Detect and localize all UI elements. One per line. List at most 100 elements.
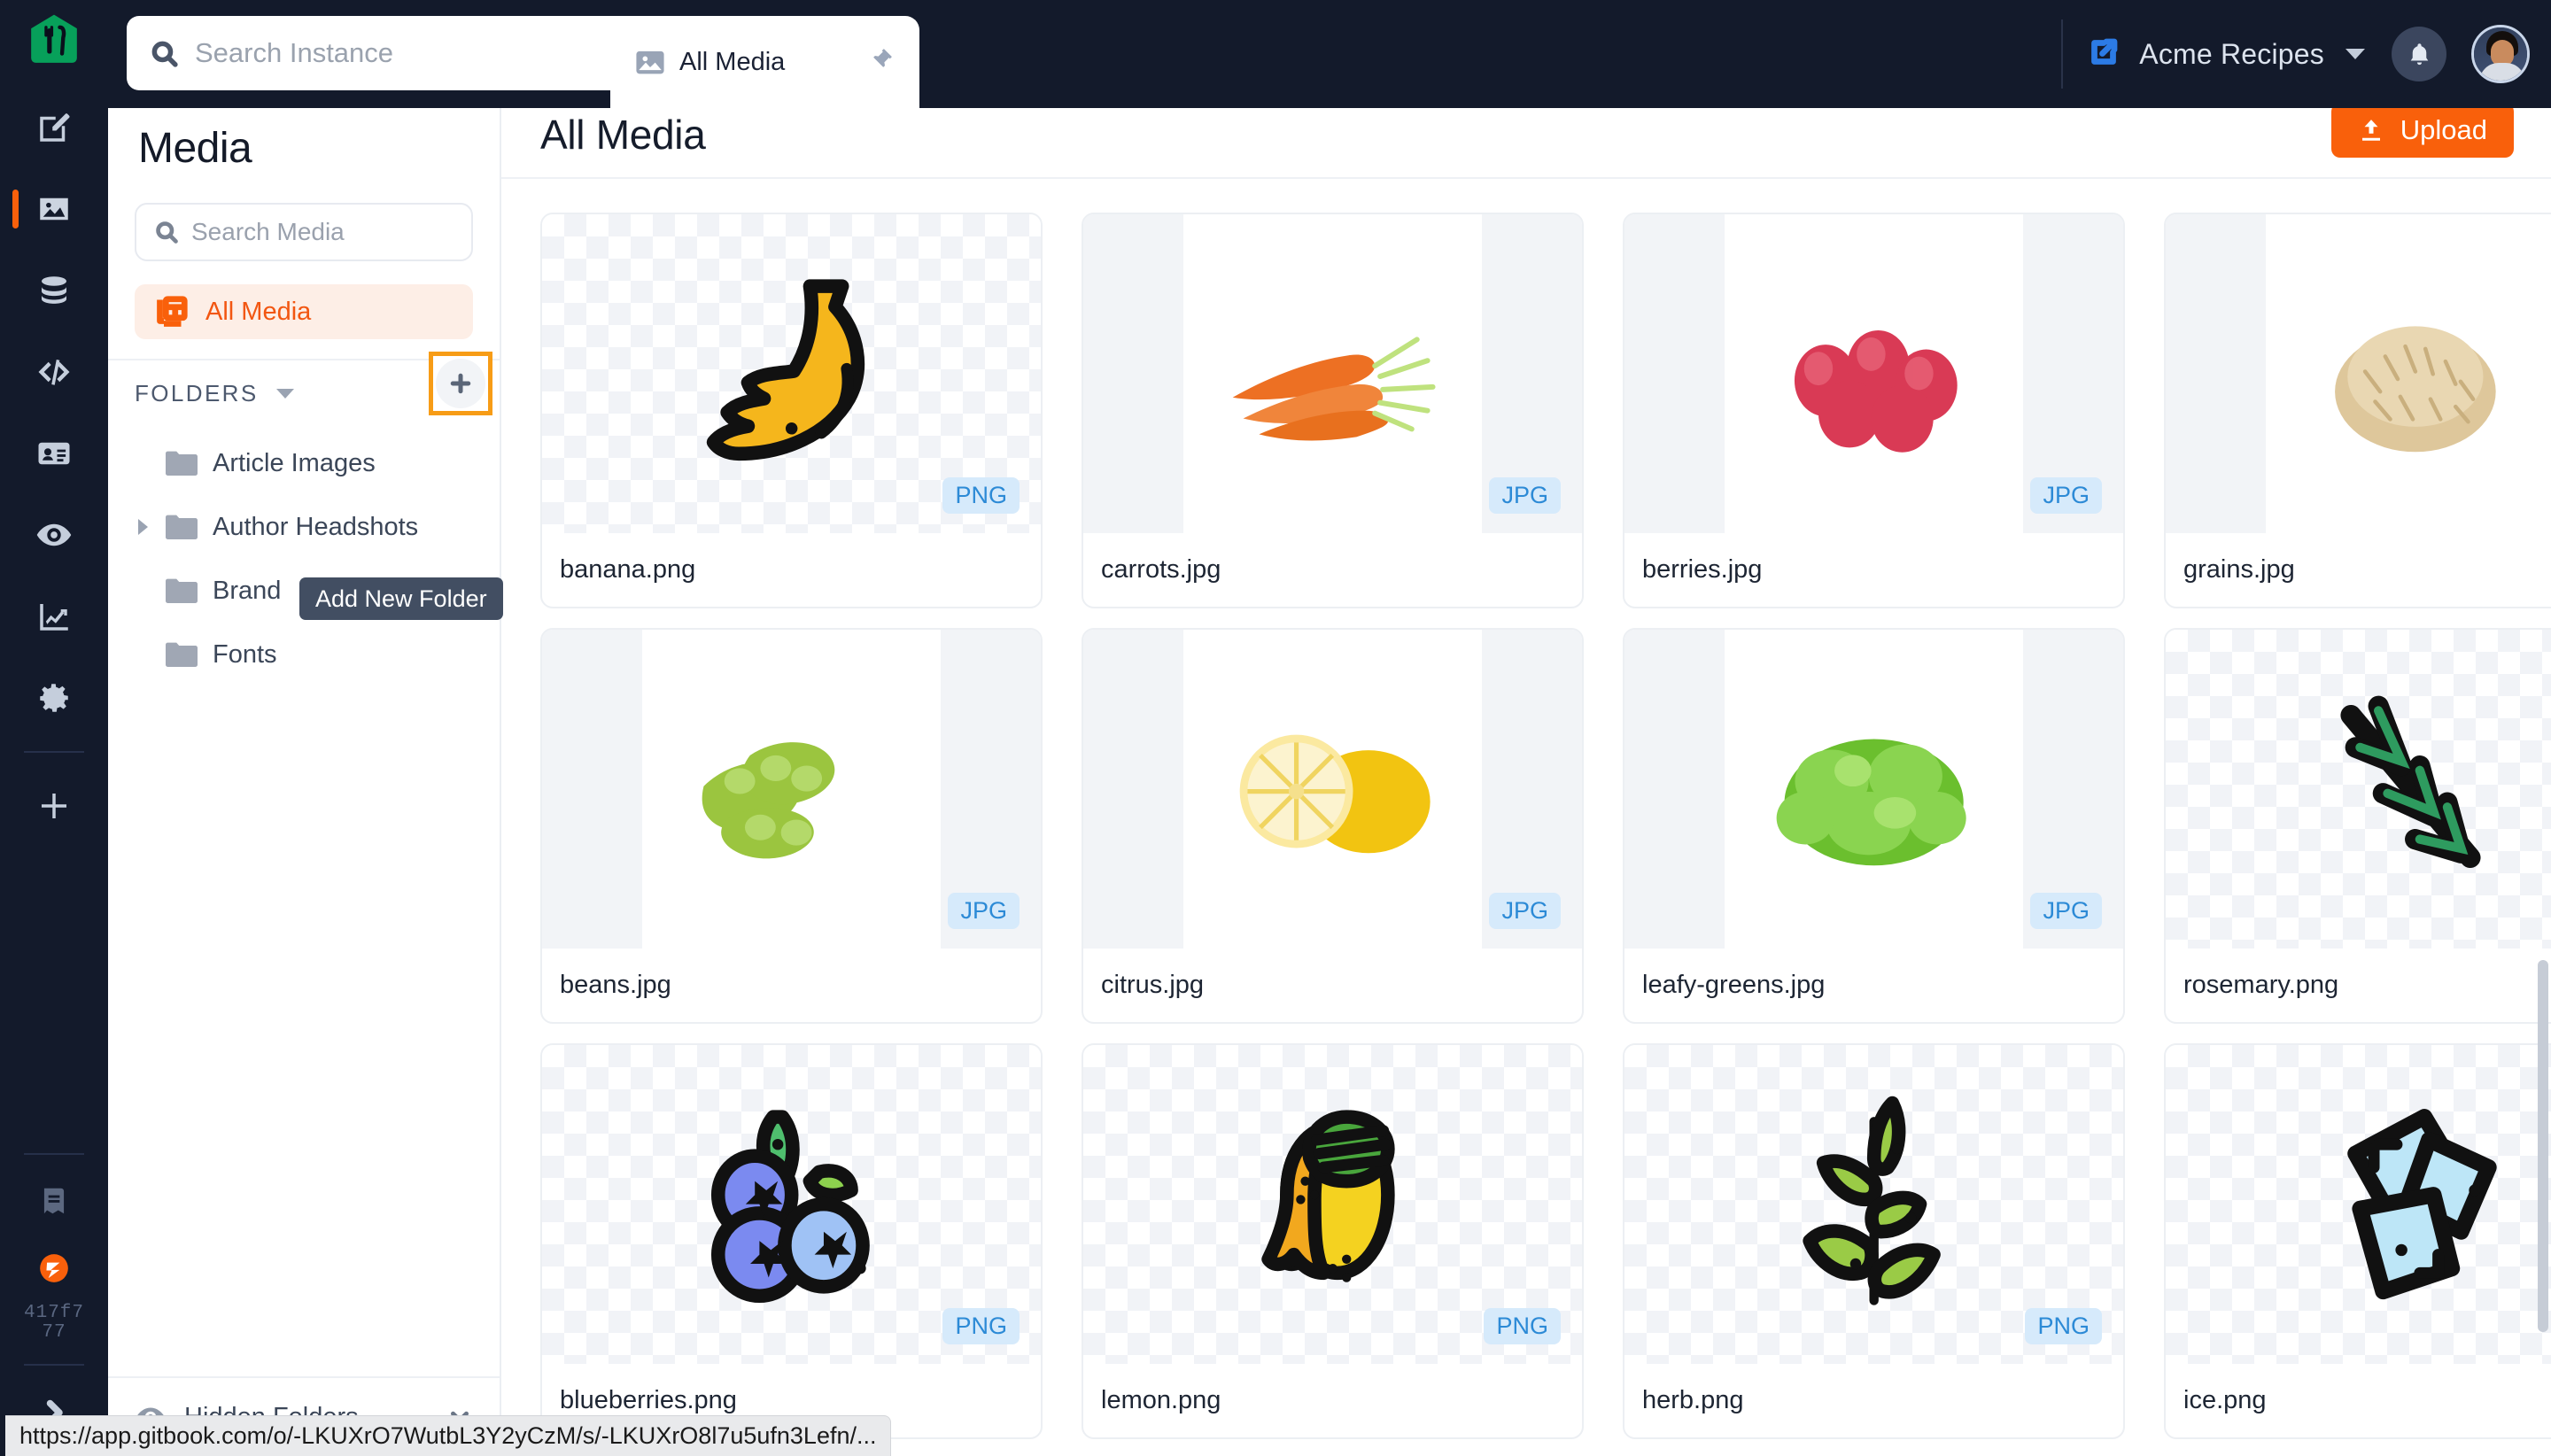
file-type-badge: JPG — [948, 893, 1020, 929]
media-thumbnail: JPG — [1083, 214, 1582, 533]
rail-item-data-models[interactable] — [0, 250, 108, 331]
folder-row[interactable]: Article Images — [108, 431, 500, 495]
media-filename-row: carrots.jpg — [1083, 533, 1582, 607]
media-artwork-beans — [641, 630, 942, 949]
instance-search-input[interactable]: Search Instance — [127, 16, 643, 90]
media-filename: carrots.jpg — [1101, 555, 1221, 584]
folder-icon — [165, 450, 198, 476]
file-type-badge: JPG — [2030, 477, 2102, 514]
add-new-folder-button[interactable] — [436, 359, 485, 408]
rail-version-label: 417f777 — [23, 1303, 84, 1343]
upload-label: Upload — [2400, 114, 2487, 145]
rail-item-media[interactable] — [0, 168, 108, 250]
media-thumbnail: JPG — [2166, 214, 2551, 533]
org-switcher-label[interactable]: Acme Recipes — [2139, 38, 2324, 71]
media-card[interactable]: JPG citrus.jpg — [1082, 628, 1584, 1024]
tab-label: All Media — [679, 47, 786, 76]
file-type-badge: PNG — [1484, 1308, 1561, 1344]
folder-row[interactable]: Fonts — [108, 623, 500, 686]
file-type-badge: JPG — [1489, 893, 1561, 929]
folder-icon — [165, 641, 198, 668]
media-filename-row: lemon.png — [1083, 1364, 1582, 1437]
rail-item-contacts[interactable] — [0, 413, 108, 494]
app-logo-icon[interactable] — [27, 12, 81, 67]
media-card[interactable]: JPG grains.jpg — [2164, 213, 2551, 608]
media-filename: blueberries.png — [560, 1386, 737, 1414]
main-content: All Media Upload PNG banana.png JPG carr… — [501, 92, 2551, 1456]
media-filename-row: citrus.jpg — [1083, 949, 1582, 1022]
chevron-down-icon[interactable] — [275, 388, 294, 399]
media-thumbnail: PNG — [542, 1045, 1041, 1364]
media-thumbnail: PNG — [542, 214, 1041, 533]
media-filename-row: herb.png — [1624, 1364, 2123, 1437]
media-thumbnail: PNG — [1624, 1045, 2123, 1364]
pin-icon[interactable] — [867, 46, 895, 78]
media-filename: ice.png — [2183, 1386, 2267, 1414]
tooltip-label: Add New Folder — [315, 585, 487, 612]
rail-item-settings[interactable] — [0, 657, 108, 739]
rail-item-brand-mark[interactable] — [0, 1235, 108, 1302]
plus-icon — [450, 373, 471, 394]
rail-item-content-editor[interactable] — [0, 87, 108, 168]
media-filename-row: beans.jpg — [542, 949, 1041, 1022]
database-icon — [42, 276, 66, 304]
media-filename: leafy-greens.jpg — [1642, 971, 1826, 999]
folder-icon — [165, 514, 198, 540]
media-thumbnail: JPG — [1624, 214, 2123, 533]
book-icon — [43, 1188, 65, 1214]
media-filename-row: leafy-greens.jpg — [1624, 949, 2123, 1022]
media-thumbnail: JPG — [542, 630, 1041, 949]
brand-mark-icon — [40, 1254, 68, 1282]
media-card[interactable]: PNG herb.png — [1623, 1043, 2125, 1439]
upload-button[interactable]: Upload — [2330, 103, 2514, 158]
folder-label: Brand — [213, 576, 282, 605]
media-card[interactable]: PNG ice.png — [2164, 1043, 2551, 1439]
rail-item-preview[interactable] — [0, 494, 108, 576]
media-filename-row: rosemary.png — [2166, 949, 2551, 1022]
main-scrollbar-thumb[interactable] — [2538, 960, 2548, 1332]
file-type-badge: PNG — [942, 1308, 1020, 1344]
folder-expand-icon[interactable] — [135, 519, 151, 535]
folder-list: Article Images Author Headshots Brand Fo… — [108, 426, 500, 686]
rail-divider-2 — [24, 1153, 84, 1155]
rail-item-analytics[interactable] — [0, 576, 108, 657]
media-filename-row: ice.png — [2166, 1364, 2551, 1437]
status-url-text: https://app.gitbook.com/o/-LKUXrO7WutbL3… — [19, 1422, 877, 1449]
notifications-button[interactable] — [2392, 27, 2446, 81]
user-avatar[interactable] — [2471, 25, 2530, 83]
media-card[interactable]: JPG beans.jpg — [540, 628, 1043, 1024]
media-filename: citrus.jpg — [1101, 971, 1205, 999]
media-sidebar: Media Search Media All Media FOLDERS Art — [108, 92, 503, 1456]
media-artwork-carrots — [1182, 214, 1483, 533]
image-icon — [40, 197, 68, 221]
folders-header: FOLDERS — [108, 352, 500, 426]
media-card[interactable]: JPG leafy-greens.jpg — [1623, 628, 2125, 1024]
media-card[interactable]: PNG banana.png — [540, 213, 1043, 608]
media-card[interactable]: JPG berries.jpg — [1623, 213, 2125, 608]
media-card[interactable]: JPG carrots.jpg — [1082, 213, 1584, 608]
media-card[interactable]: PNG blueberries.png — [540, 1043, 1043, 1439]
media-filename: berries.jpg — [1642, 555, 1763, 584]
chevron-down-icon[interactable] — [2346, 49, 2365, 59]
topbar-right-cluster: Acme Recipes — [2061, 0, 2530, 108]
top-bar: Search Instance All Media Acme Recipes — [108, 0, 2551, 108]
rail-item-docs[interactable] — [0, 1167, 108, 1235]
media-thumbnail: JPG — [1083, 630, 1582, 949]
external-link-icon[interactable] — [2088, 36, 2120, 73]
media-artwork-rosemary — [2166, 630, 2551, 949]
media-card[interactable]: PNG lemon.png — [1082, 1043, 1584, 1439]
rail-item-add-new[interactable] — [0, 765, 108, 847]
media-thumbnail: PNG — [1083, 1045, 1582, 1364]
sidebar-item-all-media[interactable]: All Media — [135, 284, 473, 339]
plus-icon — [42, 794, 66, 818]
rail-item-api-playground[interactable] — [0, 331, 108, 413]
add-new-folder-highlight — [429, 352, 492, 415]
bell-icon — [2410, 43, 2428, 65]
media-search-input[interactable]: Search Media — [135, 203, 473, 261]
folder-row[interactable]: Author Headshots — [108, 495, 500, 559]
media-filename: banana.png — [560, 555, 696, 584]
tab-all-media[interactable]: All Media — [610, 16, 919, 108]
main-scrollbar[interactable] — [2538, 92, 2548, 1456]
media-card[interactable]: PNG rosemary.png — [2164, 628, 2551, 1024]
media-filename-row: grains.jpg — [2166, 533, 2551, 607]
